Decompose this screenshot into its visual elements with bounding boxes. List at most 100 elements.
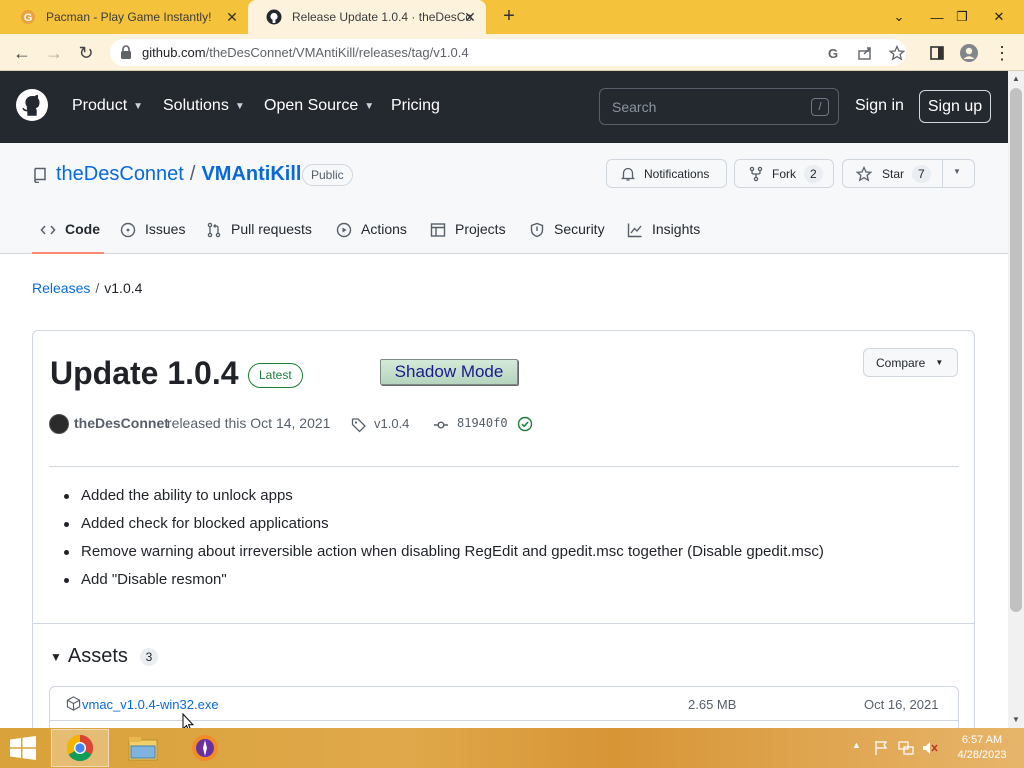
nav-open-source-label: Open Source	[264, 97, 359, 114]
browser-tab-pacman[interactable]: G Pacman - Play Game Instantly! ✕	[2, 0, 248, 34]
author-link[interactable]: theDesConnet	[74, 415, 169, 431]
windows-start-icon[interactable]	[8, 736, 38, 760]
url-host: github.com	[142, 45, 206, 60]
back-arrow-icon[interactable]: ←	[10, 41, 34, 65]
browser-tab-release[interactable]: Release Update 1.0.4 · theDesCo ✕	[248, 0, 486, 34]
star-icon	[856, 165, 872, 182]
tab-projects-label: Projects	[455, 221, 506, 237]
share-icon[interactable]	[855, 43, 875, 63]
code-icon	[40, 225, 56, 235]
released-date-text: released this Oct 14, 2021	[167, 415, 331, 431]
nav-open-source[interactable]: Open Source ▼	[264, 97, 374, 115]
tab-actions-label: Actions	[361, 221, 407, 237]
repo-owner-link[interactable]: theDesConnet	[56, 163, 184, 186]
tab-projects[interactable]: Projects	[430, 216, 506, 254]
show-hidden-icons-icon[interactable]: ▲	[852, 740, 861, 750]
search-input[interactable]	[600, 89, 838, 124]
shadow-mode-button[interactable]: Shadow Mode	[380, 359, 518, 385]
reload-icon[interactable]: ↻	[74, 41, 98, 65]
window-close-icon[interactable]: ✕	[982, 0, 1016, 34]
google-translate-icon[interactable]: G	[823, 43, 843, 63]
table-icon	[430, 223, 446, 237]
scroll-down-arrow-icon[interactable]: ▼	[1008, 712, 1024, 728]
tag-link[interactable]: v1.0.4	[374, 416, 409, 431]
scrollbar-thumb[interactable]	[1010, 88, 1022, 612]
bell-icon	[620, 167, 636, 181]
sign-in-link[interactable]: Sign in	[855, 97, 904, 115]
author-avatar[interactable]	[49, 414, 69, 434]
network-icon[interactable]	[898, 740, 914, 756]
star-count: 7	[912, 164, 931, 183]
side-panel-icon[interactable]	[926, 42, 948, 64]
github-logo-icon[interactable]	[16, 89, 48, 121]
repo-title: theDesConnet / VMAntiKill	[56, 163, 301, 186]
nav-pricing-label: Pricing	[391, 97, 440, 114]
asset-size: 2.65 MB	[688, 697, 737, 712]
breadcrumb-separator: /	[95, 280, 100, 296]
svg-text:G: G	[24, 12, 33, 24]
svg-text:G: G	[828, 46, 838, 60]
profile-avatar-icon[interactable]	[958, 42, 980, 64]
forward-arrow-icon[interactable]: →	[42, 41, 66, 65]
taskbar-clock[interactable]: 6:57 AM 4/28/2023	[952, 733, 1012, 763]
tab-security-label: Security	[554, 221, 605, 237]
tab-actions[interactable]: Actions	[336, 216, 407, 254]
tab-issues[interactable]: Issues	[120, 216, 185, 254]
nav-pricing[interactable]: Pricing	[391, 97, 440, 115]
page-scrollbar[interactable]: ▲ ▼	[1008, 71, 1024, 728]
browser-menu-icon[interactable]: ⋮	[991, 42, 1013, 64]
flag-icon[interactable]	[873, 740, 889, 756]
issue-opened-icon	[120, 222, 136, 238]
volume-muted-icon[interactable]	[922, 740, 938, 756]
shield-icon	[530, 222, 544, 238]
scroll-up-arrow-icon[interactable]: ▲	[1008, 71, 1024, 87]
star-dropdown-caret-icon[interactable]: ▼	[953, 167, 961, 176]
bookmark-star-icon[interactable]	[887, 43, 907, 63]
star-button[interactable]: Star 7 ▼	[842, 159, 975, 188]
tab-pull-requests[interactable]: Pull requests	[206, 216, 312, 254]
check-circle-icon[interactable]	[517, 416, 533, 432]
star-label: Star	[882, 166, 905, 181]
close-tab-icon[interactable]: ✕	[462, 9, 478, 25]
asset-name-link[interactable]: vmac_v1.0.4-win32.exe	[82, 697, 219, 712]
compare-button[interactable]: Compare ▼	[863, 348, 958, 377]
assets-toggle[interactable]: ▼ Assets 3	[50, 645, 158, 668]
tab-search-chevron-icon[interactable]: ⌄	[882, 0, 916, 34]
release-note-item: Remove warning about irreversible action…	[64, 542, 824, 570]
tab-insights[interactable]: Insights	[627, 216, 700, 254]
new-tab-icon[interactable]: +	[498, 6, 520, 28]
repo-icon	[33, 167, 47, 184]
notifications-button[interactable]: Notifications	[606, 159, 727, 188]
tab-security[interactable]: Security	[529, 216, 605, 254]
nav-product[interactable]: Product ▼	[72, 97, 143, 115]
package-icon	[66, 696, 81, 711]
browser-tab-strip: G Pacman - Play Game Instantly! ✕ Releas…	[0, 0, 1024, 34]
close-tab-icon[interactable]: ✕	[224, 9, 240, 25]
fork-button[interactable]: Fork 2	[734, 159, 834, 188]
taskbar-chrome[interactable]	[51, 729, 109, 767]
folder-icon	[128, 737, 158, 761]
taskbar-file-explorer[interactable]	[114, 729, 172, 767]
browser-toolbar: ← → ↻ github.com/theDesConnet/VMAntiKill…	[0, 34, 1024, 71]
repo-name-link[interactable]: VMAntiKill	[201, 163, 301, 186]
github-search[interactable]: /	[599, 88, 839, 125]
assets-heading: Assets	[67, 645, 128, 667]
nav-solutions[interactable]: Solutions ▼	[163, 97, 245, 115]
release-note-item: Add "Disable resmon"	[64, 570, 824, 598]
address-bar[interactable]: github.com/theDesConnet/VMAntiKill/relea…	[110, 39, 906, 66]
chrome-icon	[66, 734, 94, 762]
nav-product-label: Product	[72, 97, 128, 114]
breadcrumb-releases-link[interactable]: Releases	[32, 280, 90, 296]
url-path: /theDesConnet/VMAntiKill/releases/tag/v1…	[205, 45, 469, 60]
tab-code[interactable]: Code	[32, 216, 104, 254]
play-circle-icon	[336, 222, 352, 238]
divider	[49, 466, 959, 467]
asset-date: Oct 16, 2021	[864, 697, 939, 712]
commit-icon	[434, 421, 448, 429]
sign-up-button[interactable]: Sign up	[919, 90, 991, 123]
restore-icon[interactable]: ❐	[945, 0, 979, 34]
taskbar-app[interactable]	[176, 729, 234, 767]
release-note-item: Added the ability to unlock apps	[64, 486, 824, 514]
fork-icon	[749, 166, 763, 181]
commit-link[interactable]: 81940f0	[457, 416, 508, 430]
